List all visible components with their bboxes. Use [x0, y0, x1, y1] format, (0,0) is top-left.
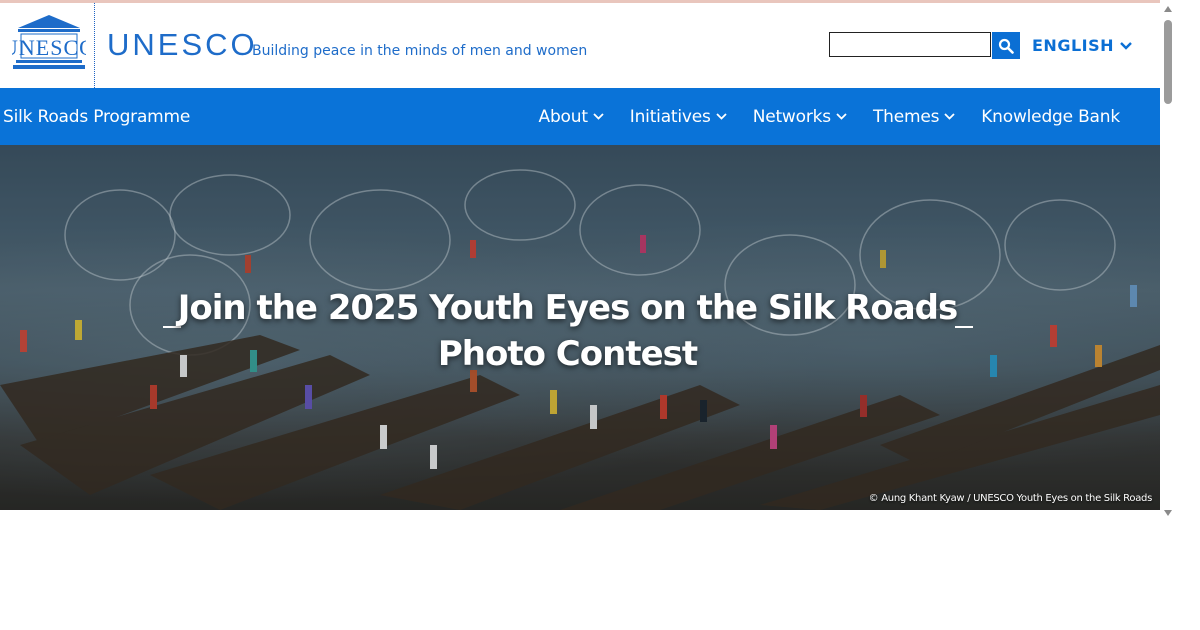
header-divider: [94, 3, 95, 88]
photo-credit: © Aung Khant Kyaw / UNESCO Youth Eyes on…: [868, 493, 1153, 504]
hero-title[interactable]: Join the 2025 Youth Eyes on the Silk Roa…: [160, 285, 975, 377]
scroll-up-arrow-icon[interactable]: [1164, 6, 1172, 12]
search-icon: [998, 38, 1014, 54]
nav-item-label: Initiatives: [629, 106, 711, 127]
nav-item-label: Networks: [752, 106, 831, 127]
site-header: UNESCO UNESCO Building peace in the mind…: [0, 3, 1160, 88]
chevron-down-icon: [593, 113, 604, 120]
chevron-down-icon: [1120, 41, 1132, 50]
chevron-down-icon: [836, 113, 847, 120]
search-form: [829, 32, 1020, 59]
nav-item-label: About: [538, 106, 588, 127]
search-button[interactable]: [992, 32, 1020, 59]
svg-text:UNESCO: UNESCO: [12, 35, 86, 60]
scroll-thumb[interactable]: [1164, 20, 1172, 104]
scroll-down-arrow-icon[interactable]: [1164, 510, 1172, 516]
brand-tagline: Building peace in the minds of men and w…: [252, 43, 588, 59]
search-input[interactable]: [829, 32, 991, 57]
hero-banner[interactable]: Join the 2025 Youth Eyes on the Silk Roa…: [0, 145, 1160, 510]
main-navbar: Silk Roads Programme About Initiatives N…: [0, 88, 1160, 145]
language-label: ENGLISH: [1032, 36, 1115, 55]
chevron-down-icon: [944, 113, 955, 120]
nav-item-initiatives[interactable]: Initiatives: [630, 107, 727, 127]
nav-item-themes[interactable]: Themes: [873, 107, 955, 127]
page-scrollbar[interactable]: [1160, 0, 1176, 520]
nav-item-about[interactable]: About: [539, 107, 604, 127]
brand-name[interactable]: UNESCO: [107, 27, 258, 63]
unesco-temple-logo[interactable]: UNESCO: [2, 13, 95, 73]
nav-item-label: Themes: [872, 106, 940, 127]
chevron-down-icon: [716, 113, 727, 120]
nav-item-label: Knowledge Bank: [981, 106, 1120, 127]
nav-item-knowledge-bank[interactable]: Knowledge Bank: [981, 107, 1120, 127]
nav-item-networks[interactable]: Networks: [753, 107, 847, 127]
nav-menu: About Initiatives Networks Themes Knowle…: [513, 88, 1121, 145]
language-selector[interactable]: ENGLISH: [1032, 36, 1132, 55]
site-name-link[interactable]: Silk Roads Programme: [3, 107, 190, 127]
